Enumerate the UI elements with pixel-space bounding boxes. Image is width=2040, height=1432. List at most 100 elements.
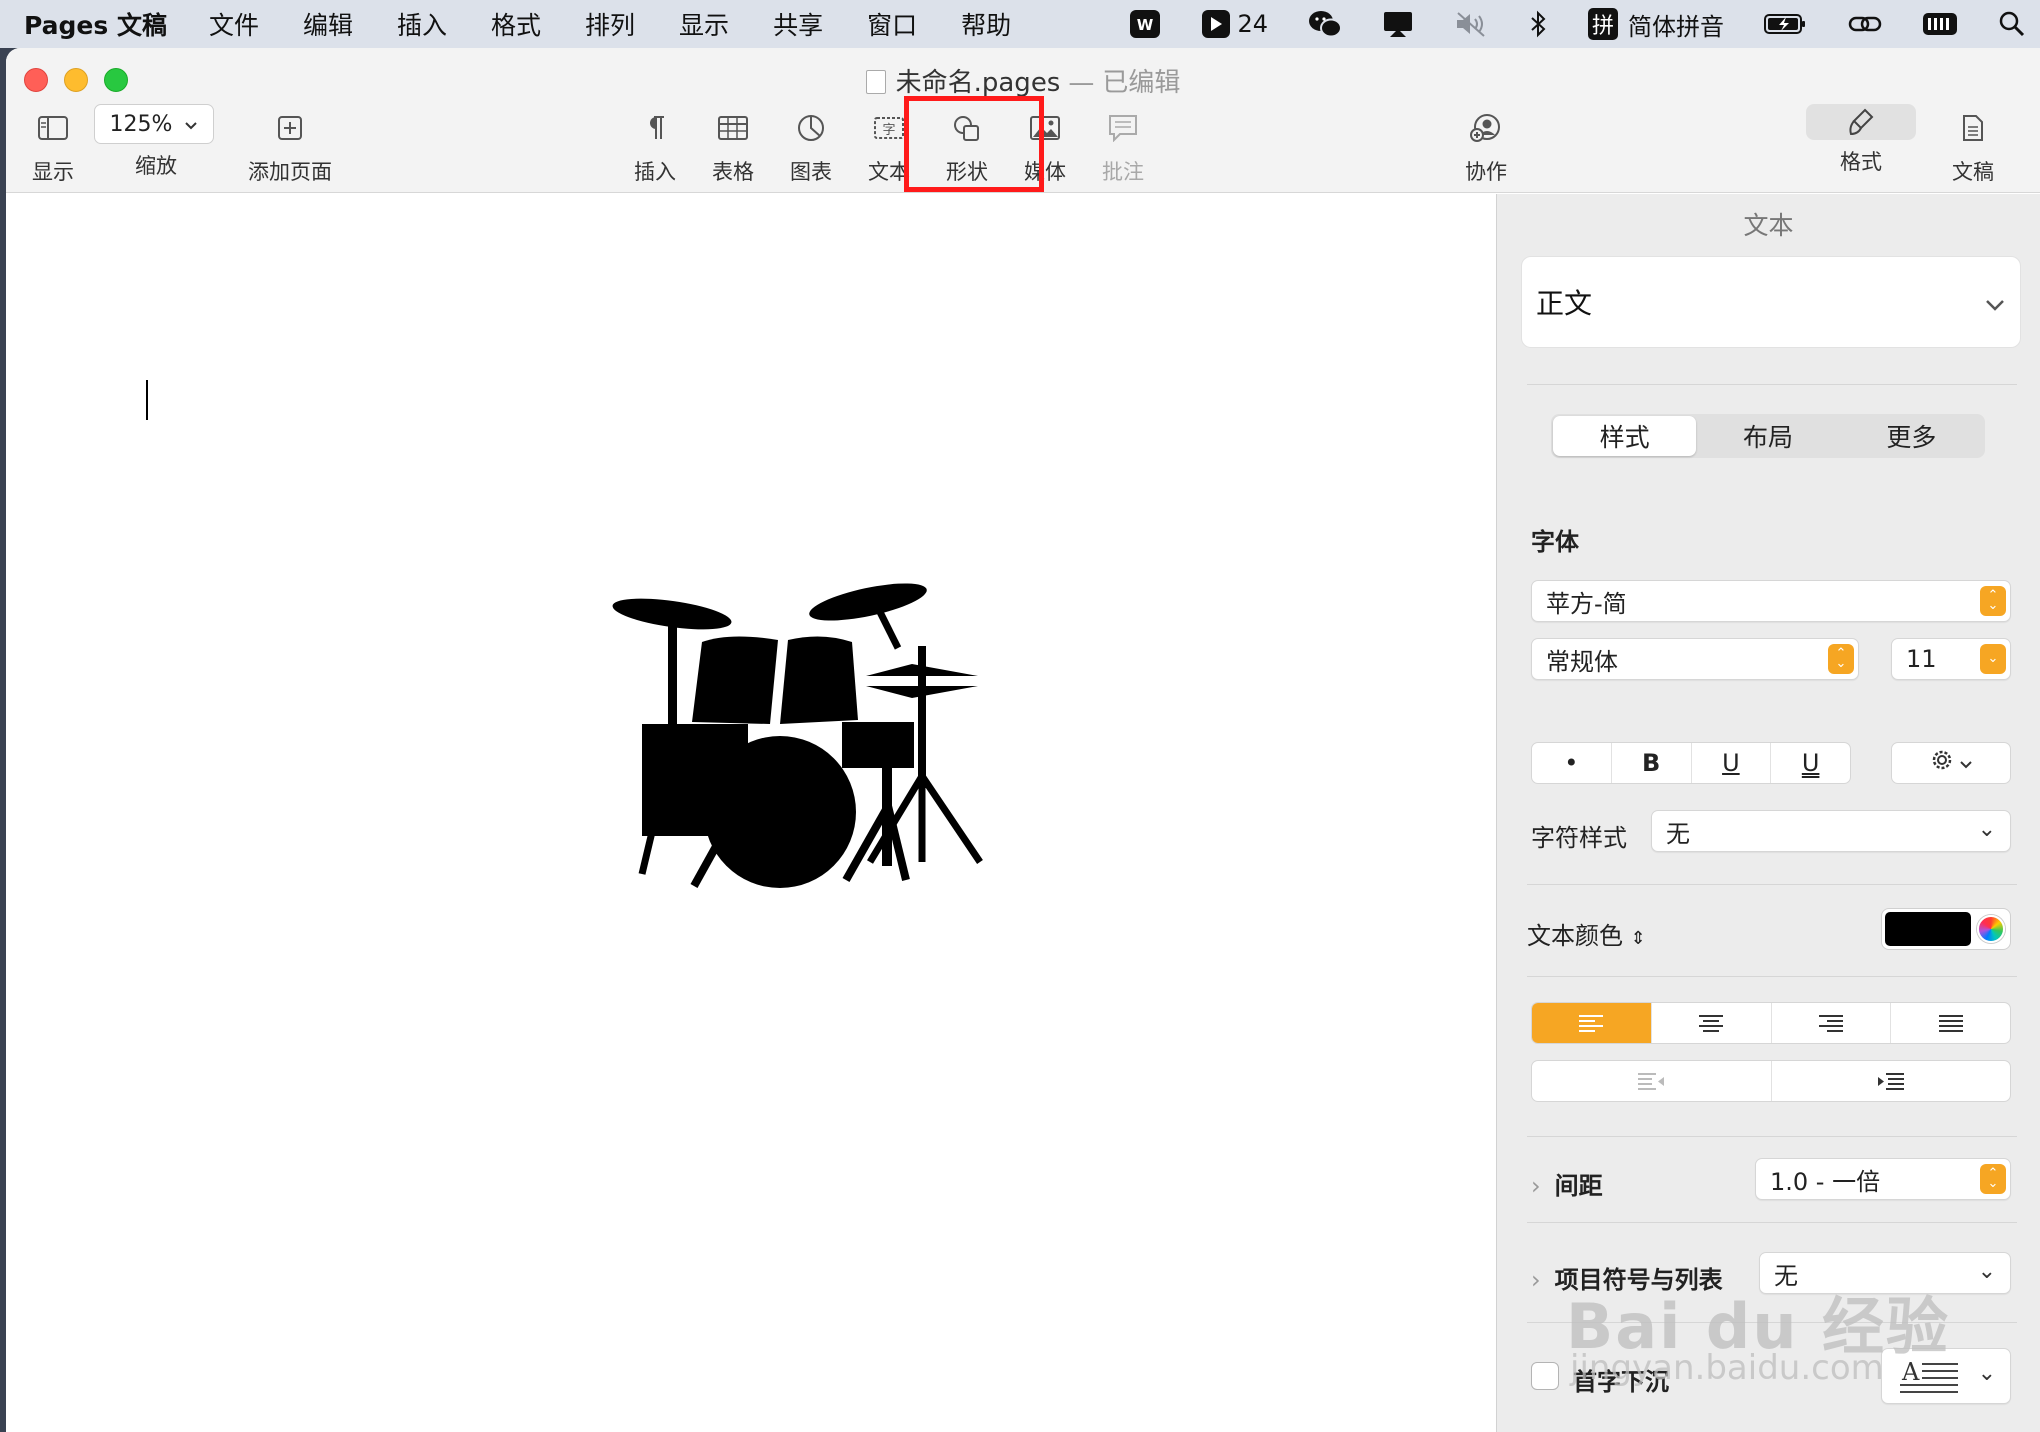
menu-format[interactable]: 格式 [491, 6, 541, 42]
chevron-down-icon: ⌄ [1977, 817, 1996, 842]
comment-button[interactable]: 批注 [1088, 110, 1158, 190]
zoom-label: 缩放 [135, 154, 177, 178]
wechat-icon[interactable] [1308, 9, 1342, 39]
format-label: 格式 [1840, 150, 1882, 174]
link-icon[interactable] [1848, 9, 1882, 39]
color-wheel-icon[interactable] [1977, 915, 2005, 943]
spacing-disclosure[interactable]: › 间距 [1531, 1166, 1603, 1201]
align-center-icon [1699, 1015, 1724, 1032]
control-strip-icon[interactable] [1922, 9, 1958, 39]
line-spacing-value: 1.0 - 一倍 [1770, 1167, 1881, 1196]
wps-icon[interactable]: W [1129, 9, 1161, 39]
zoom-popup[interactable]: 125% [94, 104, 214, 144]
bluetooth-icon[interactable] [1528, 9, 1548, 39]
menu-file[interactable]: 文件 [209, 6, 259, 42]
character-style-popup[interactable]: 无 ⌄ [1651, 810, 2011, 852]
divider [1527, 976, 2017, 977]
paragraph-style-popup[interactable]: 正文 [1521, 256, 2021, 348]
add-page-icon [240, 110, 340, 146]
drop-cap-checkbox[interactable] [1531, 1362, 1559, 1390]
stepper-arrows-icon: ⌃ ⌄ [1980, 586, 2006, 616]
title-separator: — [1068, 68, 1095, 98]
screen-share-icon[interactable] [1382, 9, 1414, 39]
menu-share[interactable]: 共享 [773, 6, 823, 42]
text-style-buttons: • B U U [1531, 742, 1851, 784]
document-page-icon [1938, 110, 2008, 146]
menu-help[interactable]: 帮助 [961, 6, 1011, 42]
mute-icon[interactable] [1454, 9, 1488, 39]
document-canvas[interactable] [6, 194, 1496, 1432]
menu-view[interactable]: 显示 [679, 6, 729, 42]
zoom-control[interactable]: 125% 缩放 [94, 104, 218, 190]
menu-edit[interactable]: 编辑 [303, 6, 353, 42]
chevron-down-icon: ⌄ [1977, 1259, 1996, 1284]
tab-more[interactable]: 更多 [1840, 416, 1983, 456]
underline-button[interactable]: U [1771, 743, 1850, 783]
font-family-popup[interactable]: 苹方-简 ⌃ ⌄ [1531, 580, 2011, 622]
format-button[interactable]: 格式 [1806, 104, 1916, 190]
add-page-button[interactable]: 添加页面 [240, 110, 340, 190]
notification-badge-count: 24 [1237, 10, 1268, 38]
align-left-button[interactable] [1532, 1003, 1652, 1043]
format-inspector: 文本 正文 样式 布局 更多 字体 苹方-简 ⌃ ⌄ 常规体 ⌃ ⌄ 11 ⌄ • [1496, 194, 2040, 1432]
color-swatch[interactable] [1885, 912, 1971, 946]
comment-label: 批注 [1102, 160, 1144, 184]
decrease-indent-button[interactable] [1532, 1061, 1772, 1101]
notification-app-icon[interactable]: 24 [1201, 9, 1268, 39]
increase-indent-button[interactable] [1772, 1061, 2011, 1101]
line-spacing-popup[interactable]: 1.0 - 一倍 ⌃ ⌄ [1755, 1158, 2011, 1200]
table-button[interactable]: 表格 [698, 110, 768, 190]
menu-insert[interactable]: 插入 [397, 6, 447, 42]
font-section-label: 字体 [1531, 528, 1579, 556]
document-button[interactable]: 文稿 [1938, 110, 2008, 190]
insert-button[interactable]: 插入 [620, 110, 690, 190]
divider [1527, 884, 2017, 885]
up-down-chevron-icon: ⇕ [1630, 928, 1646, 949]
menu-arrange[interactable]: 排列 [585, 6, 635, 42]
spacing-label: 间距 [1554, 1172, 1603, 1200]
justify-button[interactable] [1891, 1003, 2010, 1043]
view-button[interactable]: 显示 [20, 110, 86, 190]
increase-indent-icon [1877, 1073, 1904, 1090]
advanced-options-button[interactable] [1891, 742, 2011, 784]
window-title: 未命名.pages — 已编辑 [6, 62, 2040, 99]
chevron-down-icon: ⌄ [1977, 1361, 1996, 1386]
text-color-label[interactable]: 文本颜色 ⇕ [1527, 916, 1646, 951]
font-style-value: 常规体 [1546, 647, 1618, 676]
battery-icon[interactable] [1764, 9, 1808, 39]
collaborate-label: 协作 [1465, 160, 1507, 184]
font-style-popup[interactable]: 常规体 ⌃ ⌄ [1531, 638, 1859, 680]
search-icon[interactable] [1998, 9, 2026, 39]
font-family-value: 苹方-简 [1546, 589, 1627, 618]
inspector-tabs: 样式 布局 更多 [1551, 414, 1985, 458]
menu-bar: Pages 文稿 文件 编辑 插入 格式 排列 显示 共享 窗口 帮助 W 24… [0, 0, 2040, 48]
table-label: 表格 [712, 160, 754, 184]
font-size-field[interactable]: 11 ⌄ [1891, 638, 2011, 680]
italic-underline-button[interactable]: U [1692, 743, 1772, 783]
divider [1527, 1222, 2017, 1223]
drum-kit-image[interactable] [612, 576, 992, 896]
gear-icon [1929, 747, 1955, 779]
chart-button[interactable]: 图表 [776, 110, 846, 190]
bold-button[interactable]: B [1612, 743, 1692, 783]
collaborate-button[interactable]: 协作 [1446, 110, 1526, 190]
text-color-well[interactable] [1881, 908, 2011, 950]
shape-button-highlight [904, 96, 1044, 192]
pages-window: 未命名.pages — 已编辑 显示 125% 缩放 添加页面 插入 表格 图表… [6, 48, 2040, 1432]
view-label: 显示 [32, 160, 74, 184]
zoom-value: 125% [109, 111, 173, 137]
app-menu[interactable]: Pages 文稿 [24, 6, 167, 42]
tab-style[interactable]: 样式 [1553, 416, 1697, 456]
input-method-menu[interactable]: 拼 简体拼音 [1587, 7, 1724, 42]
menu-window[interactable]: 窗口 [867, 6, 917, 42]
add-page-label: 添加页面 [248, 160, 332, 184]
tab-layout[interactable]: 布局 [1696, 416, 1839, 456]
document-name[interactable]: 未命名.pages [896, 68, 1061, 98]
align-right-button[interactable] [1772, 1003, 1892, 1043]
stepper-arrows-icon: ⌃ ⌄ [1828, 644, 1854, 674]
align-center-button[interactable] [1652, 1003, 1772, 1043]
bullet-dot-icon[interactable]: • [1532, 743, 1612, 783]
chart-label: 图表 [790, 160, 832, 184]
justify-icon [1938, 1015, 1963, 1032]
character-style-value: 无 [1666, 819, 1690, 848]
